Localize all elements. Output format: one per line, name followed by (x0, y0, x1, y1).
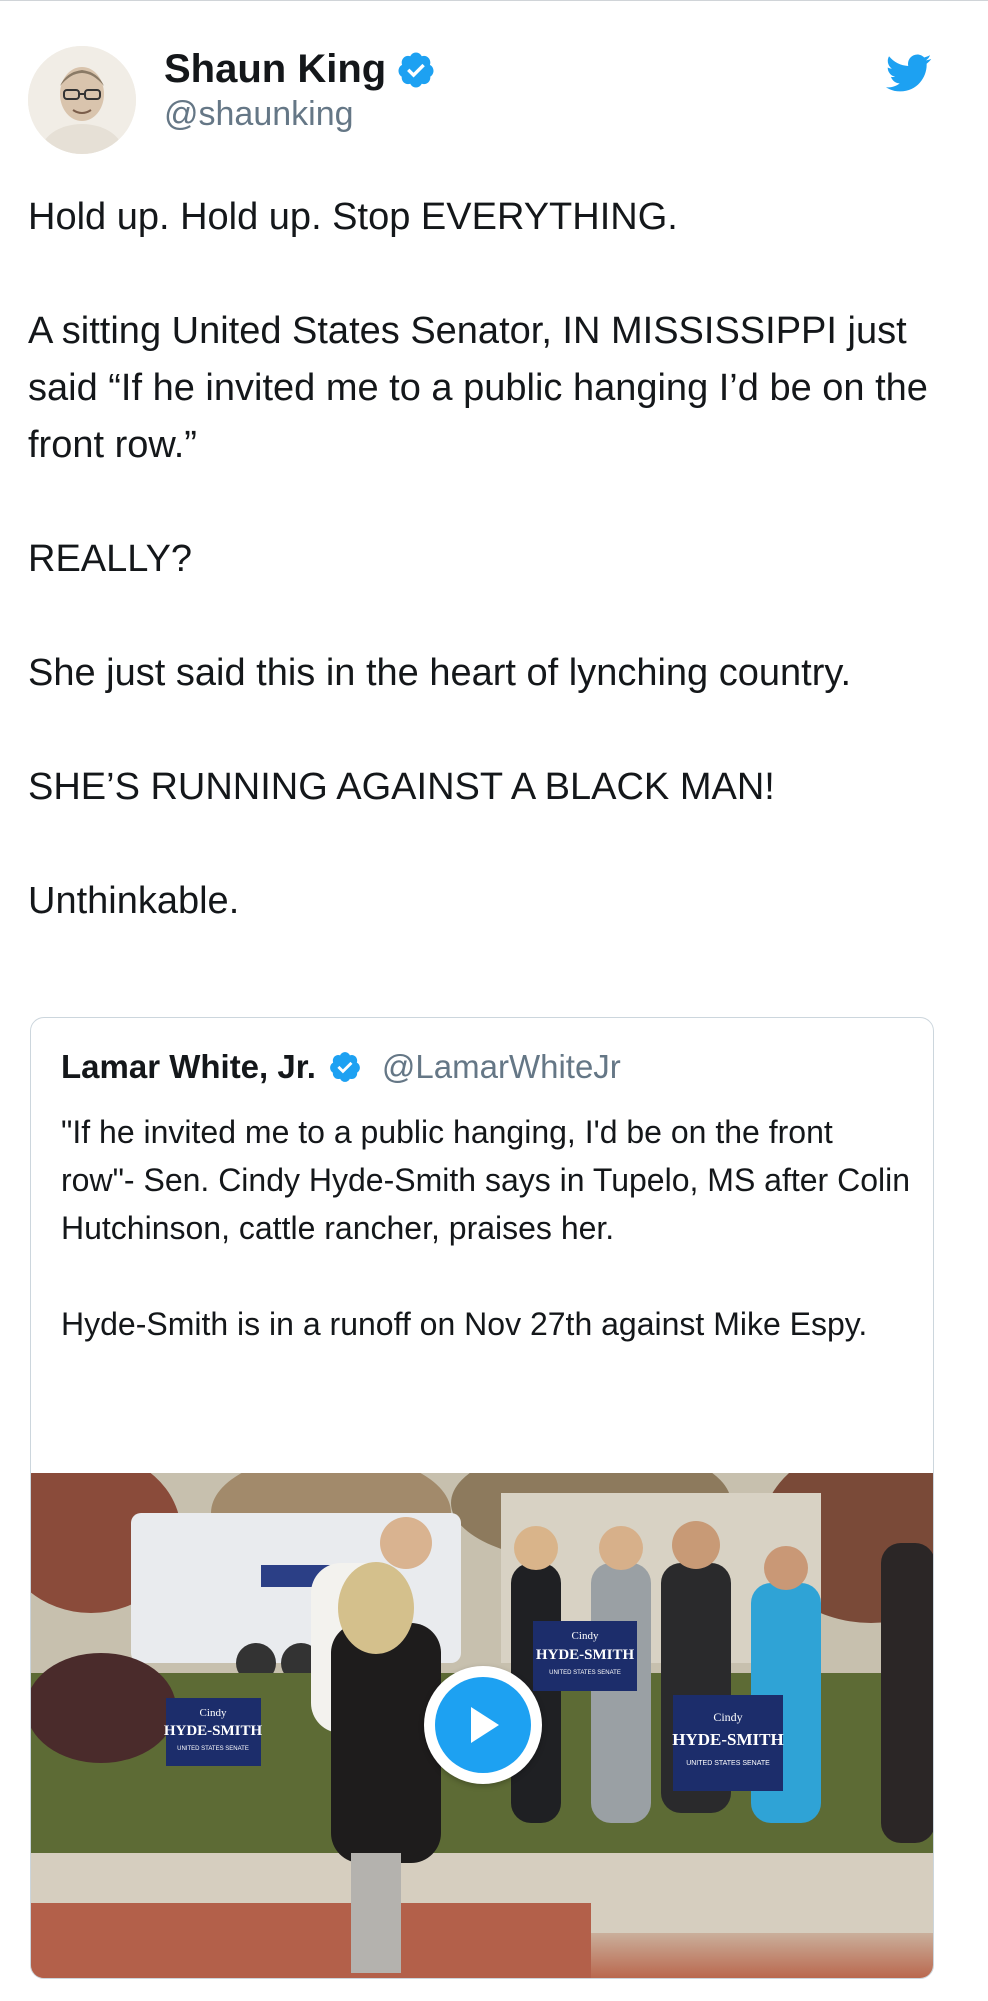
tweet-paragraph: SHE’S RUNNING AGAINST A BLACK MAN! (28, 766, 775, 808)
author-name[interactable]: Shaun King (164, 47, 386, 92)
sign-line3: UNITED STATES SENATE (686, 1760, 770, 1767)
avatar[interactable] (28, 46, 136, 154)
author-handle[interactable]: @shaunking (164, 95, 354, 134)
author-name-row[interactable]: Shaun King (164, 47, 436, 92)
quoted-tweet-header: Lamar White, Jr. @LamarWhiteJr (61, 1048, 621, 1086)
video-thumbnail[interactable]: Cindy HYDE-SMITH UNITED STATES SENATE Ci… (31, 1473, 933, 1978)
tweet-paragraph: Hold up. Hold up. Stop EVERYTHING. (28, 196, 678, 238)
quoted-paragraph: Hyde-Smith is in a runoff on Nov 27th ag… (61, 1306, 868, 1342)
campaign-sign: Cindy HYDE-SMITH UNITED STATES SENATE (164, 1698, 263, 1766)
campaign-sign: Cindy HYDE-SMITH UNITED STATES SENATE (533, 1621, 637, 1691)
sign-line1: Cindy (572, 1630, 599, 1642)
quoted-author-handle[interactable]: @LamarWhiteJr (382, 1048, 621, 1086)
campaign-sign: Cindy HYDE-SMITH UNITED STATES SENATE (672, 1695, 784, 1791)
tweet-paragraph: She just said this in the heart of lynch… (28, 652, 852, 694)
play-icon (435, 1677, 531, 1773)
quoted-author-name[interactable]: Lamar White, Jr. (61, 1048, 316, 1086)
tweet-paragraph: REALLY? (28, 538, 193, 580)
twitter-bird-icon[interactable] (884, 49, 932, 97)
quoted-tweet-text: "If he invited me to a public hanging, I… (61, 1108, 911, 1348)
tweet-card: Shaun King @shaunking Hold up. Hold up. … (0, 0, 988, 2001)
quoted-paragraph: "If he invited me to a public hanging, I… (61, 1114, 911, 1246)
play-button[interactable] (424, 1666, 542, 1784)
verified-badge-icon (328, 1050, 362, 1084)
tweet-text: Hold up. Hold up. Stop EVERYTHING. A sit… (28, 189, 958, 930)
sign-line3: UNITED STATES SENATE (177, 1746, 249, 1752)
quoted-tweet[interactable]: Lamar White, Jr. @LamarWhiteJr "If he in… (30, 1017, 934, 1979)
tweet-paragraph: Unthinkable. (28, 880, 240, 922)
sign-line2: HYDE-SMITH (536, 1647, 635, 1663)
avatar-image (28, 46, 136, 154)
sign-line2: HYDE-SMITH (672, 1730, 783, 1749)
tweet-paragraph: A sitting United States Senator, IN MISS… (28, 310, 928, 466)
sign-line3: UNITED STATES SENATE (549, 1670, 621, 1676)
sign-line1: Cindy (200, 1707, 227, 1719)
sign-line1: Cindy (713, 1710, 742, 1724)
verified-badge-icon (396, 50, 436, 90)
sign-line2: HYDE-SMITH (164, 1723, 263, 1739)
